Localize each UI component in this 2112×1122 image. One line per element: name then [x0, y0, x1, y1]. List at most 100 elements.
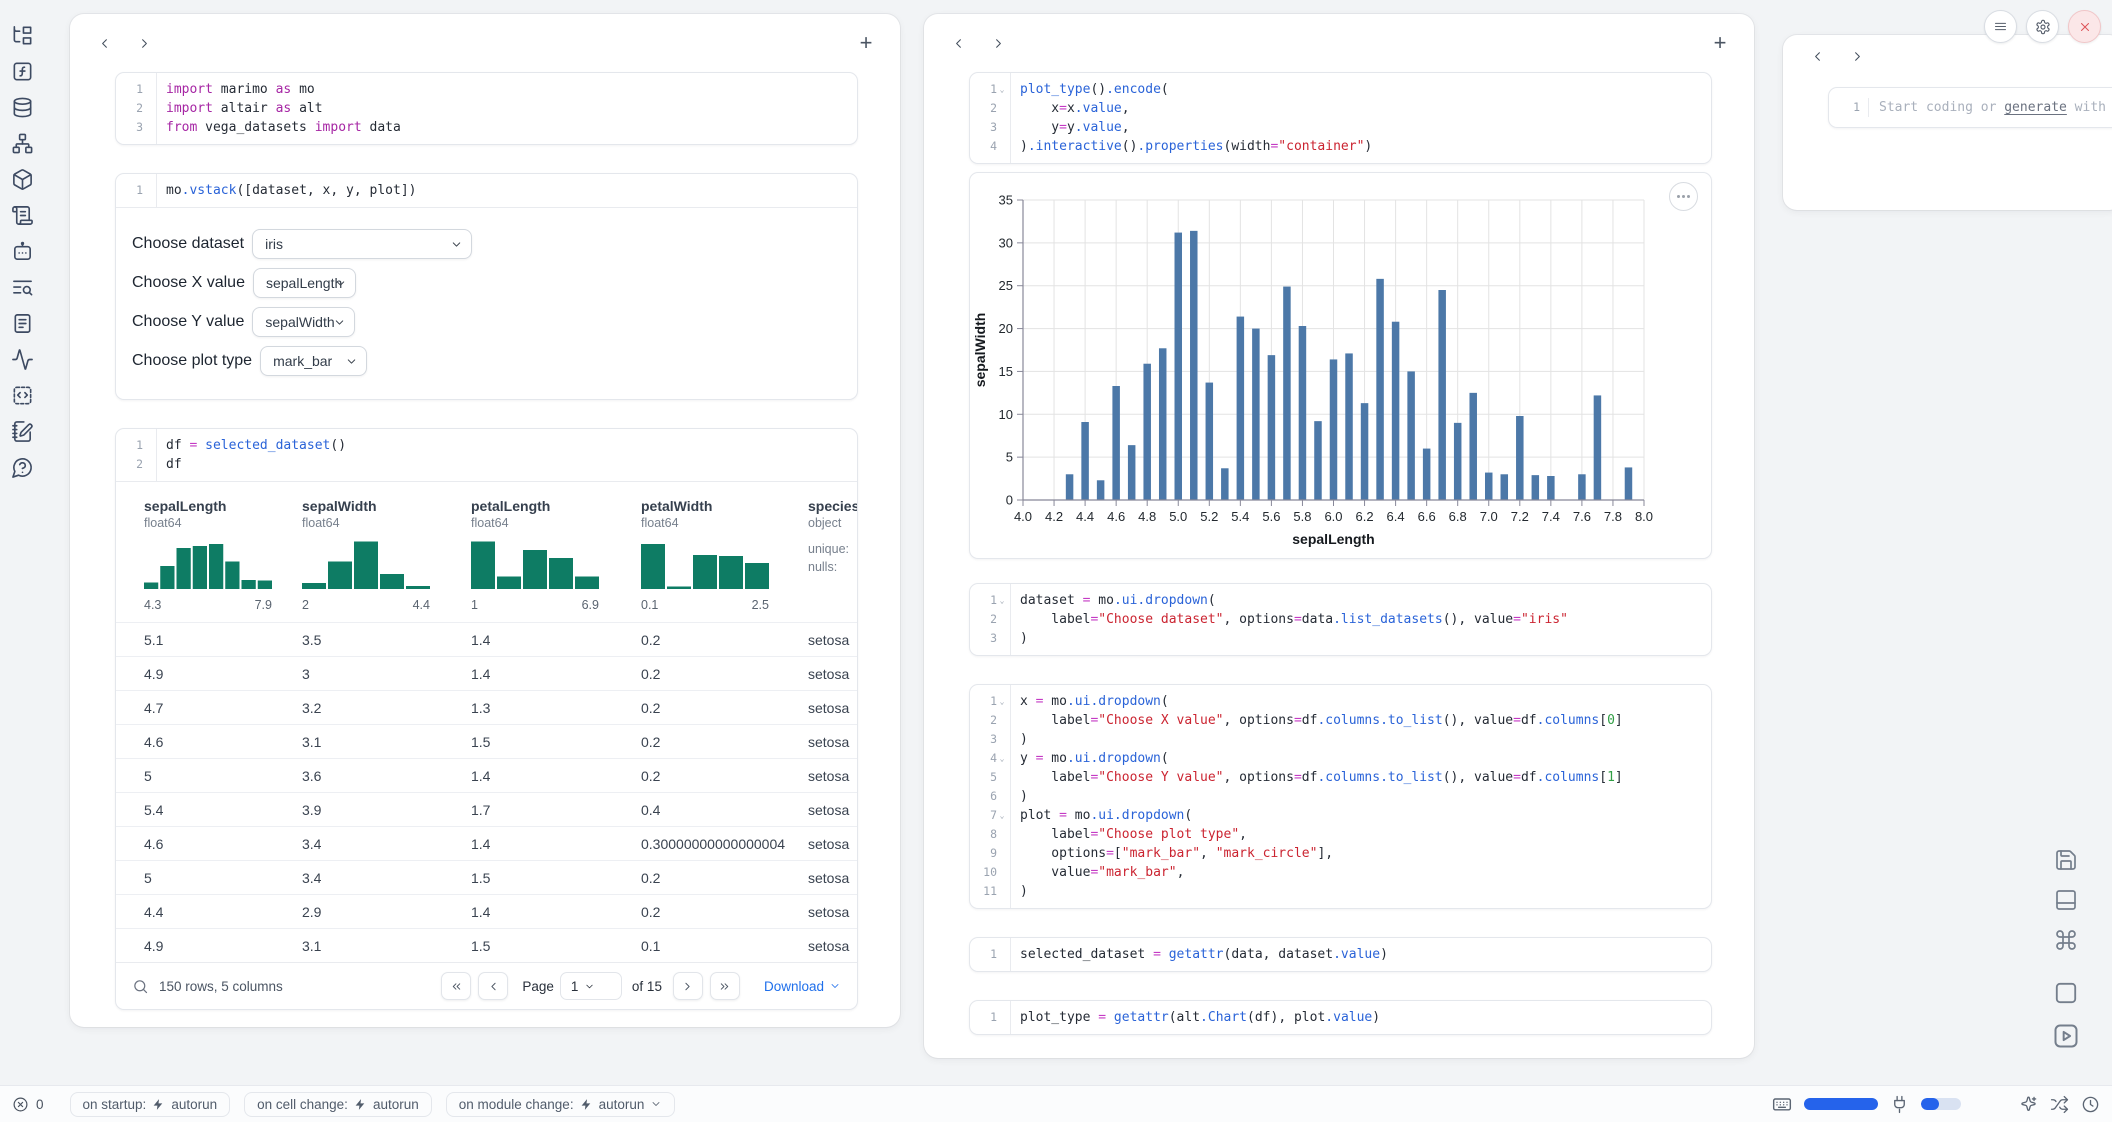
code-editor[interactable]: 1import marimo as mo2import altair as al…	[116, 73, 857, 144]
download-button[interactable]: Download	[764, 979, 841, 994]
code-editor[interactable]: 1df = selected_dataset()2df	[116, 429, 857, 481]
table-row[interactable]: 5.13.51.40.2setosa	[116, 622, 857, 656]
fold-chevron-icon[interactable]: ⌄	[997, 692, 1007, 711]
keyboard-icon[interactable]	[1772, 1094, 1792, 1114]
chart-options-button[interactable]	[1669, 182, 1698, 211]
code-editor[interactable]: 1⌄x = mo.ui.dropdown(2 label="Choose X v…	[970, 685, 1711, 908]
code-line[interactable]: 2df	[116, 455, 857, 474]
next-page-button[interactable]	[673, 972, 703, 1000]
code-editor[interactable]: 1plot_type = getattr(alt.Chart(df), plot…	[970, 1001, 1711, 1034]
editor-placeholder[interactable]: Start coding or generate with	[1869, 98, 2106, 117]
code-line[interactable]: 2import altair as alt	[116, 99, 857, 118]
list-search-icon[interactable]	[9, 276, 35, 299]
table-row[interactable]: 4.63.11.50.2setosa	[116, 724, 857, 758]
code-cell-imports[interactable]: 1import marimo as mo2import altair as al…	[115, 72, 858, 145]
dropdown-select[interactable]: mark_bar	[260, 346, 367, 376]
dropdown-select[interactable]: iris	[252, 229, 472, 259]
column-back-button[interactable]	[1797, 39, 1837, 73]
code-line[interactable]: 4⌄y = mo.ui.dropdown(	[970, 749, 1711, 768]
add-cell-button[interactable]: +	[852, 29, 880, 57]
column-back-button[interactable]	[938, 26, 978, 60]
code-line[interactable]: 1selected_dataset = getattr(data, datase…	[970, 945, 1711, 964]
code-cell-plot-type[interactable]: 1plot_type = getattr(alt.Chart(df), plot…	[969, 1000, 1712, 1035]
code-line[interactable]: 1⌄x = mo.ui.dropdown(	[970, 692, 1711, 711]
code-line[interactable]: 5 label="Choose Y value", options=df.col…	[970, 768, 1711, 787]
column-header[interactable]: petalLengthfloat6416.9	[471, 498, 641, 612]
code-line[interactable]: 7⌄plot = mo.ui.dropdown(	[970, 806, 1711, 825]
help-chat-icon[interactable]	[9, 456, 35, 479]
code-line[interactable]: 6)	[970, 787, 1711, 806]
code-line[interactable]: 3)	[970, 629, 1711, 648]
table-row[interactable]: 5.43.91.70.4setosa	[116, 792, 857, 826]
table-row[interactable]: 4.42.91.40.2setosa	[116, 894, 857, 928]
code-line[interactable]: 11)	[970, 882, 1711, 901]
fold-chevron-icon[interactable]: ⌄	[997, 749, 1007, 768]
code-line[interactable]: 9 options=["mark_bar", "mark_circle"],	[970, 844, 1711, 863]
close-button[interactable]	[2068, 10, 2101, 43]
settings-gear-button[interactable]	[2026, 10, 2059, 43]
code-editor[interactable]: 1⌄plot_type().encode(2 x=x.value,3 y=y.v…	[970, 73, 1711, 163]
resource-bar-cpu[interactable]	[1804, 1098, 1878, 1110]
page-select[interactable]: 1	[560, 972, 622, 1000]
network-icon[interactable]	[9, 132, 35, 155]
clock-icon[interactable]	[2081, 1095, 2100, 1114]
last-page-button[interactable]	[710, 972, 740, 1000]
column-header[interactable]: sepalWidthfloat6424.4	[302, 498, 471, 612]
code-line[interactable]: 8 label="Choose plot type",	[970, 825, 1711, 844]
code-line[interactable]: 10 value="mark_bar",	[970, 863, 1711, 882]
code-editor[interactable]: 1⌄dataset = mo.ui.dropdown(2 label="Choo…	[970, 584, 1711, 655]
add-cell-button[interactable]: +	[1706, 29, 1734, 57]
fold-chevron-icon[interactable]: ⌄	[997, 591, 1007, 610]
generate-link[interactable]: generate	[2004, 100, 2067, 115]
first-page-button[interactable]	[441, 972, 471, 1000]
table-row[interactable]: 4.63.41.40.30000000000000004setosa	[116, 826, 857, 860]
dropdown-select[interactable]: sepalLength	[253, 268, 356, 298]
app-view-icon[interactable]	[2053, 980, 2079, 1006]
notebook-pen-icon[interactable]	[9, 420, 35, 443]
plug-icon[interactable]	[1890, 1095, 1909, 1114]
scroll-icon[interactable]	[9, 204, 35, 227]
prev-page-button[interactable]	[478, 972, 508, 1000]
database-icon[interactable]	[9, 96, 35, 119]
code-line[interactable]: 1⌄plot_type().encode(	[970, 80, 1711, 99]
dropdown-select[interactable]: sepalWidth	[252, 307, 355, 337]
code-line[interactable]: 1mo.vstack([dataset, x, y, plot])	[116, 181, 857, 200]
command-icon[interactable]	[2054, 928, 2078, 952]
sparkles-icon[interactable]	[2019, 1095, 2038, 1114]
fold-chevron-icon[interactable]: ⌄	[997, 806, 1007, 825]
fold-chevron-icon[interactable]: ⌄	[997, 80, 1007, 99]
search-icon[interactable]	[132, 978, 149, 995]
function-square-icon[interactable]	[9, 60, 35, 83]
code-cell-vstack[interactable]: 1mo.vstack([dataset, x, y, plot]) Choose…	[115, 173, 858, 400]
code-cell-dataset-dropdown[interactable]: 1⌄dataset = mo.ui.dropdown(2 label="Choo…	[969, 583, 1712, 656]
runtime-config-pill[interactable]: on startup:autorun	[70, 1092, 231, 1117]
table-row[interactable]: 53.41.50.2setosa	[116, 860, 857, 894]
column-forward-button[interactable]	[978, 26, 1018, 60]
file-tree-icon[interactable]	[9, 24, 35, 47]
code-editor[interactable]: 1mo.vstack([dataset, x, y, plot])	[116, 174, 857, 207]
code-cell-plot-encode[interactable]: 1⌄plot_type().encode(2 x=x.value,3 y=y.v…	[969, 72, 1712, 164]
column-forward-button[interactable]	[1837, 39, 1877, 73]
code-editor[interactable]: 1selected_dataset = getattr(data, datase…	[970, 938, 1711, 971]
resource-bar-memory[interactable]	[1921, 1098, 1961, 1110]
code-line[interactable]: 3)	[970, 730, 1711, 749]
code-cell-df[interactable]: 1df = selected_dataset()2df sepalLengthf…	[115, 428, 858, 1010]
bar-chart[interactable]: 4.04.24.44.64.85.05.25.45.65.86.06.26.46…	[970, 173, 1711, 558]
code-line[interactable]: 1⌄dataset = mo.ui.dropdown(	[970, 591, 1711, 610]
empty-code-cell[interactable]: 1 Start coding or generate with	[1828, 87, 2112, 128]
code-snippet-icon[interactable]	[9, 384, 35, 407]
panel-layout-icon[interactable]	[2054, 888, 2078, 912]
column-header[interactable]: speciesobjectunique:nulls:	[808, 498, 858, 612]
code-line[interactable]: 4).interactive().properties(width="conta…	[970, 137, 1711, 156]
column-forward-button[interactable]	[124, 26, 164, 60]
ai-chat-icon[interactable]	[9, 240, 35, 263]
column-header[interactable]: petalWidthfloat640.12.5	[641, 498, 808, 612]
code-line[interactable]: 1import marimo as mo	[116, 80, 857, 99]
code-cell-xy-plot-dropdowns[interactable]: 1⌄x = mo.ui.dropdown(2 label="Choose X v…	[969, 684, 1712, 909]
code-line[interactable]: 2 label="Choose dataset", options=data.l…	[970, 610, 1711, 629]
runtime-config-pill[interactable]: on module change:autorun	[446, 1092, 676, 1117]
run-all-play-icon[interactable]	[2052, 1022, 2080, 1050]
code-line[interactable]: 1plot_type = getattr(alt.Chart(df), plot…	[970, 1008, 1711, 1027]
error-counter[interactable]: 0	[12, 1096, 44, 1113]
code-line[interactable]: 2 label="Choose X value", options=df.col…	[970, 711, 1711, 730]
